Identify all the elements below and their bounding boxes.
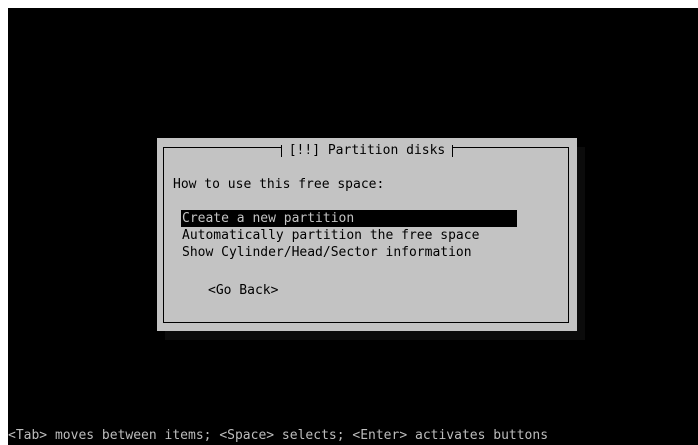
option-show-chs-information[interactable]: Show Cylinder/Head/Sector information bbox=[181, 244, 517, 261]
partition-disks-dialog: [!!] Partition disks How to use this fre… bbox=[157, 138, 577, 331]
installer-screen: [!!] Partition disks How to use this fre… bbox=[8, 8, 698, 445]
option-auto-partition-free-space[interactable]: Automatically partition the free space bbox=[181, 227, 517, 244]
options-list: Create a new partition Automatically par… bbox=[181, 210, 517, 261]
option-create-new-partition[interactable]: Create a new partition bbox=[181, 210, 517, 227]
go-back-button[interactable]: <Go Back> bbox=[208, 282, 278, 299]
dialog-prompt: How to use this free space: bbox=[173, 177, 385, 192]
status-bar-help-text: <Tab> moves between items; <Space> selec… bbox=[8, 428, 549, 443]
